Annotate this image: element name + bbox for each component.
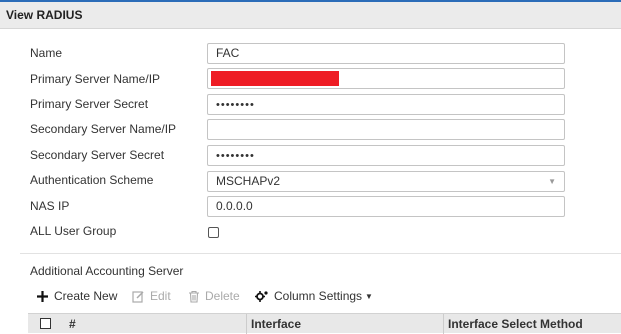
caret-down-icon: ▼ [365, 291, 373, 301]
column-settings-button[interactable]: Column Settings ▼ [255, 289, 373, 303]
column-separator [246, 314, 247, 334]
secondary-server-label: Secondary Server Name/IP [30, 122, 177, 136]
section-divider [20, 253, 621, 254]
create-new-button[interactable]: Create New [36, 289, 117, 303]
delete-label: Delete [205, 289, 240, 303]
trash-icon [188, 290, 200, 303]
secondary-server-field[interactable] [207, 119, 565, 140]
edit-label: Edit [150, 289, 171, 303]
auth-scheme-value: MSCHAPv2 [216, 174, 281, 188]
accounting-table-header: # Interface Interface Select Method [28, 313, 621, 334]
primary-server-field[interactable] [207, 68, 565, 89]
name-field[interactable]: FAC [207, 43, 565, 64]
nas-ip-label: NAS IP [30, 199, 70, 213]
primary-secret-value: •••••••• [216, 99, 255, 111]
name-label: Name [30, 46, 63, 60]
column-header-interface-select-method[interactable]: Interface Select Method [448, 317, 583, 331]
column-settings-label: Column Settings [274, 289, 363, 303]
nas-ip-field[interactable]: 0.0.0.0 [207, 196, 565, 217]
select-all-checkbox[interactable] [40, 318, 51, 329]
dialog-header: View RADIUS [0, 2, 621, 29]
all-user-group-label: ALL User Group [30, 224, 117, 238]
delete-button[interactable]: Delete [188, 289, 240, 303]
edit-icon [132, 290, 145, 303]
auth-scheme-label: Authentication Scheme [30, 173, 154, 187]
edit-button[interactable]: Edit [132, 289, 171, 303]
column-header-number[interactable]: # [69, 317, 76, 331]
primary-secret-label: Primary Server Secret [30, 97, 149, 111]
plus-icon [36, 290, 49, 303]
gear-icon [255, 290, 269, 303]
secondary-secret-field[interactable]: •••••••• [207, 145, 565, 166]
all-user-group-checkbox[interactable] [208, 227, 219, 238]
name-value: FAC [216, 46, 240, 60]
chevron-down-icon: ▼ [548, 177, 556, 186]
secondary-secret-label: Secondary Server Secret [30, 148, 165, 162]
primary-server-label: Primary Server Name/IP [30, 72, 161, 86]
nas-ip-value: 0.0.0.0 [216, 199, 253, 213]
dialog-title: View RADIUS [6, 8, 83, 22]
column-separator [443, 314, 444, 334]
accounting-section-title: Additional Accounting Server [30, 264, 184, 278]
secondary-secret-value: •••••••• [216, 150, 255, 162]
primary-secret-field[interactable]: •••••••• [207, 94, 565, 115]
auth-scheme-select[interactable]: MSCHAPv2 ▼ [207, 171, 565, 192]
redaction-block [211, 71, 339, 86]
column-header-interface[interactable]: Interface [251, 317, 301, 331]
create-new-label: Create New [54, 289, 118, 303]
